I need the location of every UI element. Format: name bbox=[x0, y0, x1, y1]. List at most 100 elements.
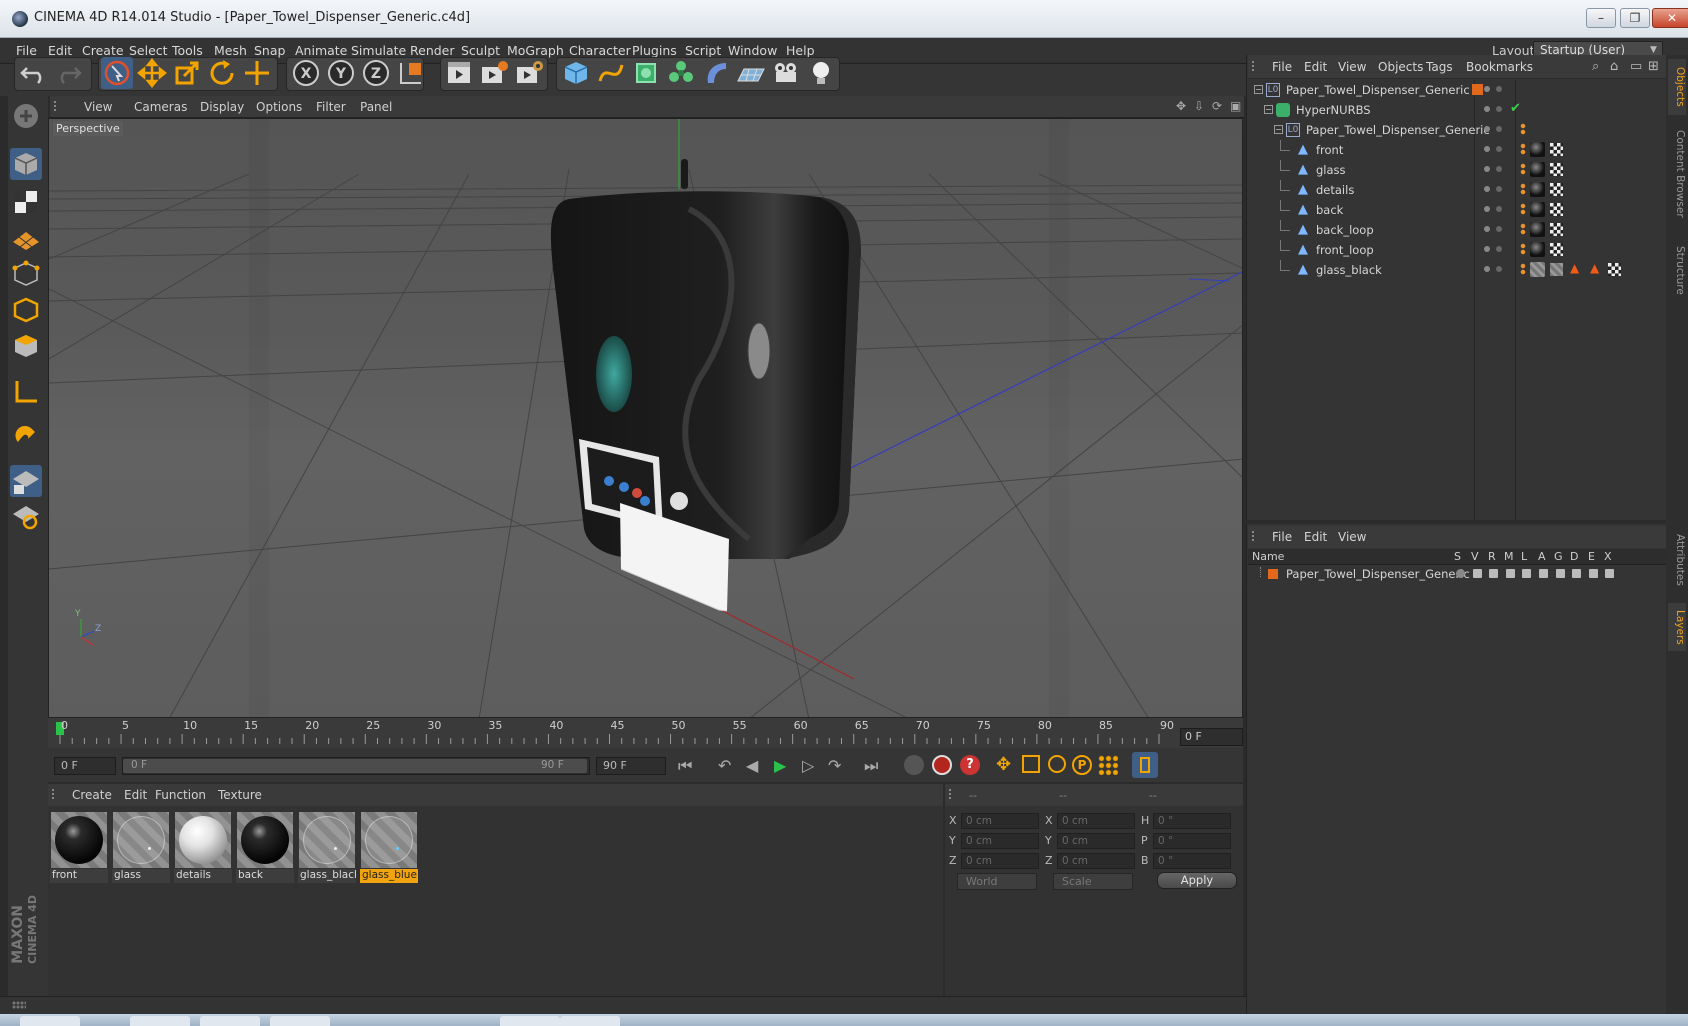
layers-menu-view[interactable]: View bbox=[1338, 530, 1366, 544]
previous-frame-icon[interactable]: ◀ bbox=[746, 756, 758, 775]
object-name[interactable]: glass bbox=[1316, 163, 1346, 177]
pos-z-field[interactable]: 0 cm bbox=[961, 853, 1039, 869]
viewport-menu-cameras[interactable]: Cameras bbox=[134, 100, 187, 114]
key-point-level-icon[interactable] bbox=[1098, 755, 1118, 775]
next-frame-icon[interactable]: ▷ bbox=[802, 756, 814, 775]
preview-range-handle[interactable] bbox=[123, 759, 587, 773]
menu-help[interactable]: Help bbox=[786, 43, 815, 58]
expand-toggle-icon[interactable]: − bbox=[1254, 85, 1263, 94]
editor-visibility-dot[interactable] bbox=[1484, 146, 1490, 152]
menu-window[interactable]: Window bbox=[728, 43, 777, 58]
key-scale-icon[interactable] bbox=[1022, 755, 1040, 773]
material-tag-icon[interactable] bbox=[1530, 262, 1545, 277]
layer-render-icon[interactable] bbox=[1489, 569, 1499, 578]
taskbar-item[interactable] bbox=[500, 1016, 560, 1026]
material-swatch[interactable]: back bbox=[236, 812, 294, 884]
render-visibility-dot[interactable] bbox=[1496, 126, 1502, 132]
editor-visibility-dot[interactable] bbox=[1484, 106, 1490, 112]
cube-icon[interactable] bbox=[560, 57, 592, 89]
material-swatch[interactable]: glass_blue bbox=[360, 812, 418, 884]
taskbar-item[interactable] bbox=[560, 1016, 620, 1026]
object-row[interactable]: ▲ glass_black ▲ ▲ bbox=[1248, 260, 1666, 280]
editor-visibility-dot[interactable] bbox=[1484, 166, 1490, 172]
material-tag-icon[interactable] bbox=[1530, 202, 1545, 217]
go-to-end-icon[interactable]: ⏭ bbox=[864, 756, 878, 776]
material-tag-icon[interactable] bbox=[1530, 242, 1545, 257]
menu-render[interactable]: Render bbox=[410, 43, 455, 58]
phong-tag-icon[interactable] bbox=[1520, 143, 1526, 155]
layer-column-s[interactable]: S bbox=[1454, 550, 1461, 563]
object-name[interactable]: front bbox=[1316, 143, 1343, 157]
menu-snap[interactable]: Snap bbox=[254, 43, 285, 58]
live-selection-icon[interactable] bbox=[101, 57, 133, 89]
menu-file[interactable]: File bbox=[16, 43, 37, 58]
keyframe-selection-icon[interactable]: ? bbox=[960, 755, 980, 775]
tab-objects[interactable]: Objects bbox=[1668, 59, 1686, 115]
object-row[interactable]: ▲ details bbox=[1248, 180, 1666, 200]
cloner-icon[interactable] bbox=[665, 57, 697, 89]
camera-icon[interactable] bbox=[770, 57, 802, 89]
layer-solo-icon[interactable] bbox=[1456, 569, 1465, 578]
viewport-camera-label[interactable]: Perspective bbox=[53, 121, 123, 136]
start-frame-field[interactable]: 0 F bbox=[54, 757, 116, 775]
taskbar-item[interactable] bbox=[130, 1016, 190, 1026]
viewport-menu-display[interactable]: Display bbox=[200, 100, 244, 114]
redo-icon[interactable] bbox=[52, 57, 84, 89]
editor-visibility-dot[interactable] bbox=[1484, 86, 1490, 92]
end-frame-field[interactable]: 90 F bbox=[596, 757, 666, 775]
render-visibility-dot[interactable] bbox=[1496, 266, 1502, 272]
make-editable-icon[interactable] bbox=[10, 100, 42, 132]
workplane-rotate-icon[interactable] bbox=[10, 500, 42, 532]
layer-column-d[interactable]: D bbox=[1570, 550, 1578, 563]
taskbar-item[interactable] bbox=[270, 1016, 330, 1026]
x-axis-lock-icon[interactable]: X bbox=[290, 57, 322, 89]
coordinate-mode-dropdown[interactable]: World bbox=[957, 873, 1037, 890]
key-parameter-icon[interactable]: P bbox=[1072, 755, 1092, 775]
workplane-lock-icon[interactable] bbox=[10, 465, 42, 497]
model-mode-icon[interactable] bbox=[10, 148, 42, 180]
taskbar-item[interactable] bbox=[200, 1016, 260, 1026]
rotate-icon[interactable] bbox=[206, 57, 238, 89]
layer-column-e[interactable]: E bbox=[1588, 550, 1595, 563]
key-position-icon[interactable]: ✥ bbox=[996, 754, 1011, 775]
undo-icon[interactable] bbox=[18, 57, 50, 89]
uvw-tag-icon[interactable] bbox=[1550, 143, 1563, 156]
preview-range-slider[interactable]: 0 F 90 F bbox=[122, 757, 590, 775]
phong-tag-icon[interactable] bbox=[1520, 223, 1526, 235]
editor-visibility-dot[interactable] bbox=[1484, 126, 1490, 132]
phong-tag-icon[interactable] bbox=[1520, 183, 1526, 195]
layer-column-g[interactable]: G bbox=[1554, 550, 1563, 563]
layer-column-m[interactable]: M bbox=[1504, 550, 1514, 563]
object-name[interactable]: Paper_Towel_Dispenser_Generic bbox=[1286, 83, 1470, 97]
layer-deformers-icon[interactable] bbox=[1572, 569, 1582, 578]
uvw-tag-icon[interactable] bbox=[1550, 263, 1563, 276]
close-button[interactable]: ✕ bbox=[1652, 8, 1688, 28]
phong-tag-icon[interactable] bbox=[1520, 263, 1526, 275]
size-z-field[interactable]: 0 cm bbox=[1057, 853, 1135, 869]
tab-content-browser[interactable]: Content Browser bbox=[1668, 119, 1686, 229]
recent-tool-icon[interactable] bbox=[241, 57, 273, 89]
object-name[interactable]: Paper_Towel_Dispenser_Generic bbox=[1306, 123, 1490, 137]
axis-mode-icon[interactable] bbox=[10, 376, 42, 408]
move-icon[interactable] bbox=[136, 57, 168, 89]
timeline-ruler[interactable]: 0 5 10 15 20 25 30 35 40 45 50 55 60 65 70 75 80 85 90 bbox=[48, 718, 1243, 748]
object-name[interactable]: details bbox=[1316, 183, 1354, 197]
pos-y-field[interactable]: 0 cm bbox=[961, 833, 1039, 849]
size-mode-dropdown[interactable]: Scale bbox=[1053, 873, 1133, 890]
uvw-tag-icon[interactable] bbox=[1550, 203, 1563, 216]
layer-column-x[interactable]: X bbox=[1604, 550, 1612, 563]
object-row[interactable]: ▲ front bbox=[1248, 140, 1666, 160]
object-name[interactable]: front_loop bbox=[1316, 243, 1374, 257]
coordinate-system-icon[interactable] bbox=[395, 57, 427, 89]
render-picture-viewer-icon[interactable] bbox=[478, 57, 510, 89]
layer-row[interactable]: Paper_Towel_Dispenser_Generic bbox=[1248, 565, 1666, 583]
material-menu-function[interactable]: Function bbox=[155, 788, 206, 802]
material-tag-icon[interactable] bbox=[1530, 162, 1545, 177]
phong-tag-icon[interactable] bbox=[1520, 243, 1526, 255]
objects-menu-file[interactable]: File bbox=[1272, 60, 1292, 74]
render-visibility-dot[interactable] bbox=[1496, 246, 1502, 252]
spline-pen-icon[interactable] bbox=[595, 57, 627, 89]
uvw-tag-icon[interactable] bbox=[1550, 223, 1563, 236]
menu-create[interactable]: Create bbox=[82, 43, 124, 58]
render-visibility-dot[interactable] bbox=[1496, 86, 1502, 92]
